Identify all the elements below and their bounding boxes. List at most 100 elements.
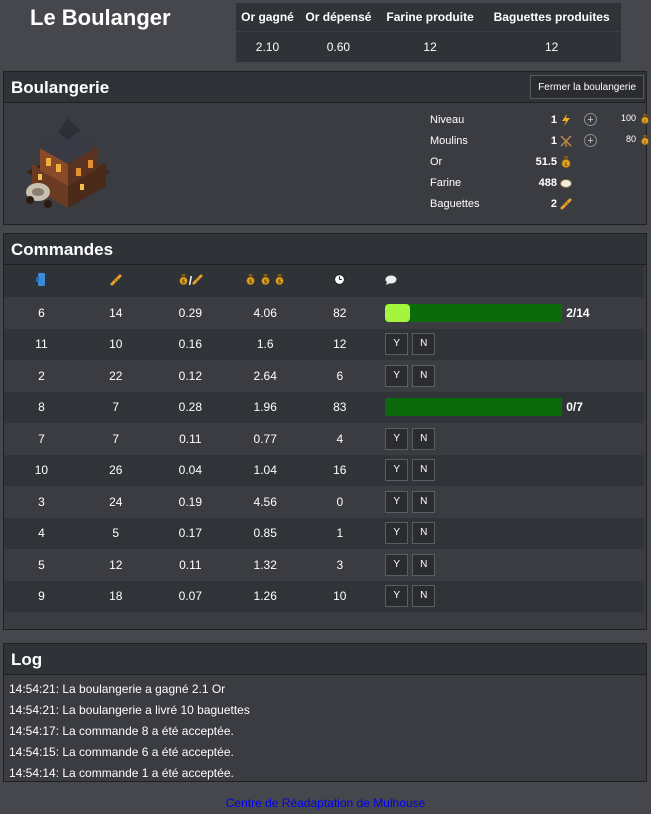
accept-order-button[interactable]: Y [385,585,409,608]
resource-row-baguettes: Baguettes 2 [430,196,650,217]
accept-order-button[interactable]: Y [385,333,409,356]
order-progress-text: 0/7 [566,400,583,415]
order-time: 16 [302,454,378,486]
order-action-cell: YN [377,486,644,518]
close-bakery-button[interactable]: Fermer la boulangerie [530,75,644,99]
resource-value: 1 [550,114,557,126]
order-time: 82 [302,297,378,329]
status-icon [385,275,397,285]
resource-label: Niveau [430,114,465,126]
stats-value: 0.60 [298,31,378,62]
order-total: 1.96 [228,391,303,423]
order-total: 0.77 [228,423,303,455]
stats-table: Or gagné Or dépensé Farine produite Bagu… [236,3,621,62]
total-gold-icon [245,274,285,288]
order-price: 0.11 [152,423,229,455]
reject-order-button[interactable]: N [412,490,436,513]
log-entry: 14:54:21: La boulangerie a gagné 2.1 Or [9,682,226,696]
table-row: 4 5 0.17 0.85 1 Y N [4,517,644,549]
gold-coin-icon [178,274,189,285]
accept-order-button[interactable]: Y [385,459,409,482]
accept-order-button[interactable]: Y [385,522,409,545]
reject-order-button[interactable]: N [412,585,436,608]
bakery-building-image [26,118,110,208]
order-time: 12 [302,328,378,360]
reject-order-button[interactable]: N [412,427,436,450]
order-progress-bar [385,303,563,322]
resource-label: Farine [430,177,462,189]
log-entry: 14:54:15: La commande 6 a été acceptée. [9,745,234,759]
order-time: 6 [302,360,378,392]
order-id: 3 [4,486,79,518]
gold-per-baguette-icon: / [178,274,203,288]
order-total: 0.85 [228,517,303,549]
accept-order-button[interactable]: Y [385,364,409,387]
order-id: 4 [4,517,79,549]
order-time: 0 [302,486,378,518]
accept-order-button[interactable]: Y [385,427,409,450]
resource-value: 2 [550,198,557,210]
order-price: 0.04 [152,454,229,486]
orders-title: Commandes [11,240,114,259]
accept-order-button[interactable]: Y [385,553,409,576]
gold-coin-icon [260,274,271,285]
order-id: 10 [4,454,79,486]
column-header-baguettes [78,265,153,297]
order-price: 0.19 [152,486,229,518]
reject-order-button[interactable]: N [412,364,436,387]
table-row: 5 12 0.11 1.32 3 Y N [4,549,644,581]
order-baguettes: 7 [78,423,153,455]
lightning-icon [562,114,570,126]
order-time: 1 [302,517,378,549]
bakery-panel: Boulangerie Fermer la boulangerie Niveau… [3,71,647,225]
column-header-total [228,265,303,297]
table-row: 8 7 0.28 1.96 83 0/7 [4,391,644,423]
order-total: 2.64 [228,360,303,392]
baguette-icon [192,274,203,285]
stats-value: 2.10 [236,31,299,62]
table-row: 2 22 0.12 2.64 6 Y N [4,360,644,392]
log-title: Log [11,650,43,669]
flour-bag-icon [560,179,572,188]
order-action-cell: YN [377,580,644,612]
windmill-icon [560,135,572,147]
reject-order-button[interactable]: N [412,333,436,356]
order-action-cell: YN [377,454,644,486]
log-entry: 14:54:21: La boulangerie a livré 10 bagu… [9,703,250,717]
order-time: 3 [302,549,378,581]
reject-order-button[interactable]: N [412,459,436,482]
gold-coin-icon [640,114,650,124]
upgrade-mills-button[interactable]: + [584,134,597,147]
customer-icon [36,273,46,286]
log-panel: Log 14:54:21: La boulangerie a gagné 2.1… [3,643,647,782]
resource-row-level: Niveau 1 + 100 [430,112,650,133]
upgrade-cost: 80 [625,134,636,144]
order-baguettes: 10 [78,328,153,360]
bakery-header: Boulangerie Fermer la boulangerie [4,72,646,103]
stats-value: 12 [377,31,483,62]
reject-order-button[interactable]: N [412,553,436,576]
column-header-customer [4,265,79,297]
footer-link[interactable]: Centre de Réadaptation de Mulhouse [0,796,651,810]
upgrade-cost: 100 [620,113,636,123]
log-header: Log [4,644,646,675]
resource-row-gold: Or 51.5 [430,154,650,175]
order-id: 2 [4,360,79,392]
table-row: 11 10 0.16 1.6 12 Y N [4,328,644,360]
order-id: 9 [4,580,79,612]
table-row: 9 18 0.07 1.26 10 Y N [4,580,644,612]
order-id: 6 [4,297,79,329]
reject-order-button[interactable]: N [412,522,436,545]
upgrade-level-button[interactable]: + [584,113,597,126]
baguette-icon [560,198,572,210]
order-total: 1.04 [228,454,303,486]
log-list: 14:54:21: La boulangerie a gagné 2.1 Or … [4,675,646,788]
order-time: 83 [302,391,378,423]
order-price: 0.07 [152,580,229,612]
resource-row-mills: Moulins 1 + 80 [430,133,650,154]
order-time: 4 [302,423,378,455]
order-action-cell: YN [377,517,644,549]
clock-icon [334,274,346,285]
log-entry: 14:54:17: La commande 8 a été acceptée. [9,724,234,738]
accept-order-button[interactable]: Y [385,490,409,513]
